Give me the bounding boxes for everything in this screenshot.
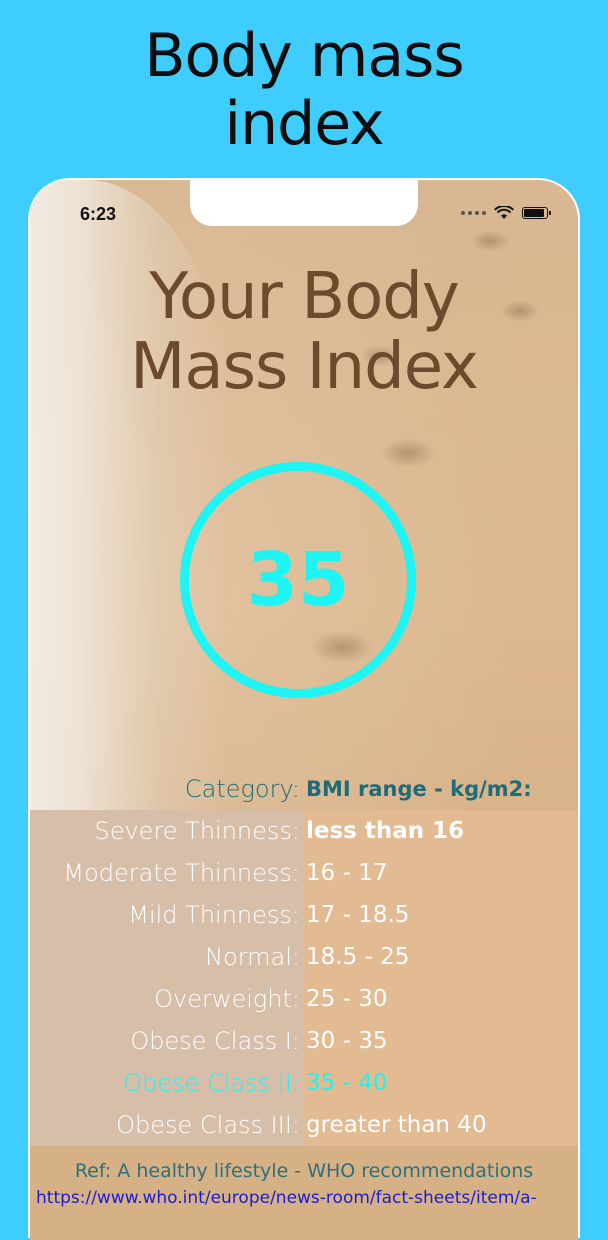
- category-cell: Overweight:: [154, 985, 300, 1013]
- reference-text: Ref: A healthy lifestyle - WHO recommend…: [74, 1160, 534, 1182]
- category-cell: Moderate Thinness:: [63, 859, 300, 887]
- range-cell: less than 16: [306, 818, 465, 844]
- footprint: [380, 438, 436, 468]
- table-header: Category: BMI range - kg/m2:: [30, 768, 578, 810]
- page-title-line2: Mass Index: [130, 330, 479, 404]
- page-title-line1: Your Body: [149, 260, 460, 334]
- signal-dots-icon: [461, 211, 486, 215]
- category-header: Category:: [184, 775, 300, 803]
- category-cell: Obese Class I:: [130, 1027, 300, 1055]
- footprint: [470, 230, 510, 252]
- table-row: Normal: 18.5 - 25: [30, 936, 578, 978]
- bmi-result-ring: 35: [180, 462, 416, 698]
- device-screen: 6:23 Your Body Mass Index 35 Category: B…: [30, 180, 578, 1240]
- range-cell: 16 - 17: [306, 860, 388, 886]
- range-cell: 35 - 40: [306, 1070, 388, 1096]
- battery-icon: [522, 207, 551, 219]
- category-cell: Severe Thinness:: [94, 817, 300, 845]
- range-cell: 30 - 35: [306, 1028, 388, 1054]
- table-row-highlighted: Obese Class II: 35 - 40: [30, 1062, 578, 1104]
- wifi-icon: [494, 206, 514, 219]
- range-header: BMI range - kg/m2:: [306, 777, 532, 801]
- status-time: 6:23: [80, 204, 117, 224]
- table-row: Obese Class I: 30 - 35: [30, 1020, 578, 1062]
- table-row: Overweight: 25 - 30: [30, 978, 578, 1020]
- status-icons: [461, 206, 551, 220]
- promo-title: Body mass index: [0, 22, 608, 158]
- table-row: Mild Thinness: 17 - 18.5: [30, 894, 578, 936]
- range-cell: greater than 40: [306, 1112, 487, 1138]
- table-row: Moderate Thinness: 16 - 17: [30, 852, 578, 894]
- promo-title-line1: Body mass: [144, 21, 464, 91]
- category-cell: Normal:: [205, 943, 300, 971]
- range-cell: 18.5 - 25: [306, 944, 410, 970]
- device-notch: [190, 180, 418, 226]
- table-row: Obese Class III: greater than 40: [30, 1104, 578, 1146]
- bmi-value: 35: [246, 537, 350, 623]
- who-reference-link[interactable]: https://www.who.int/europe/news-room/fac…: [36, 1188, 578, 1208]
- promo-title-line2: index: [224, 89, 384, 159]
- range-cell: 25 - 30: [306, 986, 388, 1012]
- category-cell: Obese Class III:: [116, 1111, 300, 1139]
- table-row: Severe Thinness: less than 16: [30, 810, 578, 852]
- range-cell: 17 - 18.5: [306, 902, 410, 928]
- category-cell: Mild Thinness:: [128, 901, 300, 929]
- page-title: Your Body Mass Index: [30, 262, 578, 402]
- category-cell: Obese Class II:: [123, 1069, 300, 1097]
